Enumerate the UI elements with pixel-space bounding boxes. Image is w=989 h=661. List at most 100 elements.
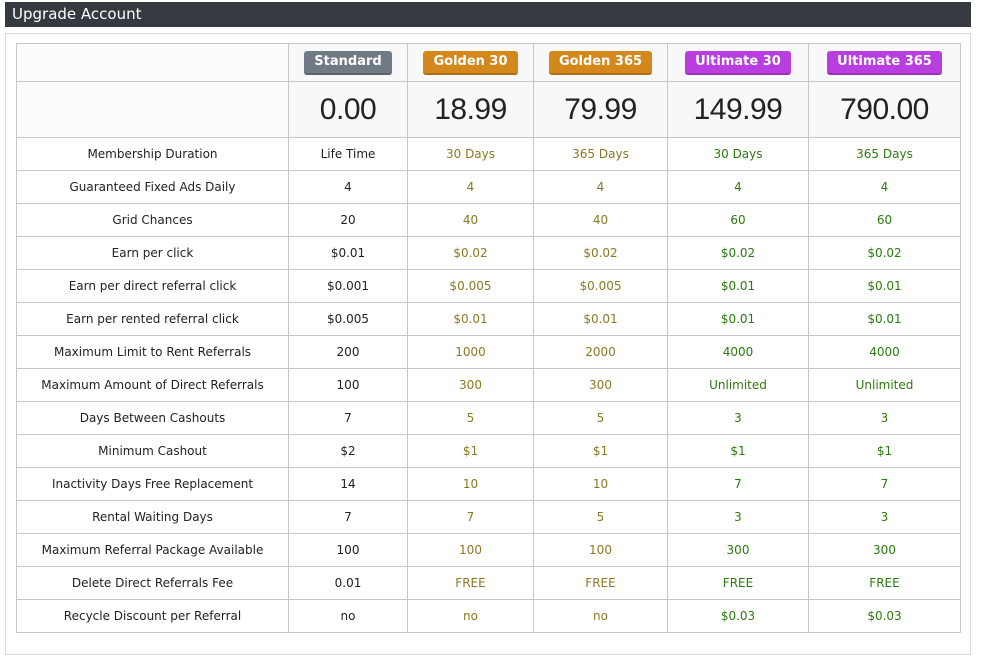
feature-value: 40 xyxy=(533,203,668,237)
feature-value: 7 xyxy=(667,467,809,501)
feature-label: Inactivity Days Free Replacement xyxy=(16,467,289,501)
plan-badge-ultimate-30[interactable]: Ultimate 30 xyxy=(685,50,791,75)
feature-row: Rental Waiting Days 7 7 5 3 3 xyxy=(16,500,961,534)
feature-label: Maximum Limit to Rent Referrals xyxy=(16,335,289,369)
feature-label: Minimum Cashout xyxy=(16,434,289,468)
feature-value: 4000 xyxy=(667,335,809,369)
feature-row: Earn per click $0.01 $0.02 $0.02 $0.02 $0.02 xyxy=(16,236,961,270)
feature-value: 200 xyxy=(288,335,408,369)
feature-value: 2000 xyxy=(533,335,668,369)
feature-value: no xyxy=(533,599,668,633)
plan-badge-golden-30[interactable]: Golden 30 xyxy=(423,50,518,75)
price-golden-365: 79.99 xyxy=(564,92,637,126)
feature-label: Maximum Amount of Direct Referrals xyxy=(16,368,289,402)
feature-value: 30 Days xyxy=(407,137,534,171)
feature-value: 4000 xyxy=(808,335,961,369)
feature-label: Membership Duration xyxy=(16,137,289,171)
feature-value: 40 xyxy=(407,203,534,237)
table-body: Standard Golden 30 Golden 365 Ultimate 3… xyxy=(16,43,961,633)
price-cell-golden-365: 79.99 xyxy=(533,81,668,138)
feature-value: 4 xyxy=(808,170,961,204)
price-cell-golden-30: 18.99 xyxy=(407,81,534,138)
feature-label: Rental Waiting Days xyxy=(16,500,289,534)
feature-label: Earn per direct referral click xyxy=(16,269,289,303)
plan-header-ultimate-365: Ultimate 365 xyxy=(808,43,961,82)
feature-value: 7 xyxy=(288,401,408,435)
feature-value: $0.01 xyxy=(808,302,961,336)
feature-value: $1 xyxy=(407,434,534,468)
feature-value: 0.01 xyxy=(288,566,408,600)
feature-value: 4 xyxy=(407,170,534,204)
feature-value: $0.01 xyxy=(407,302,534,336)
empty-header-cell xyxy=(16,43,289,82)
feature-value: FREE xyxy=(808,566,961,600)
feature-value: 5 xyxy=(533,500,668,534)
feature-value: Unlimited xyxy=(667,368,809,402)
feature-value: 60 xyxy=(667,203,809,237)
feature-value: 100 xyxy=(288,533,408,567)
feature-value: 7 xyxy=(407,500,534,534)
feature-value: 3 xyxy=(808,401,961,435)
feature-row: Earn per rented referral click $0.005 $0.0… xyxy=(16,302,961,336)
feature-value: $0.03 xyxy=(808,599,961,633)
feature-value: 5 xyxy=(407,401,534,435)
feature-value: $1 xyxy=(533,434,668,468)
feature-value: $0.02 xyxy=(407,236,534,270)
feature-value: $1 xyxy=(667,434,809,468)
feature-value: $0.01 xyxy=(533,302,668,336)
feature-label: Grid Chances xyxy=(16,203,289,237)
feature-value: $2 xyxy=(288,434,408,468)
feature-value: 5 xyxy=(533,401,668,435)
price-ultimate-365: 790.00 xyxy=(840,92,929,126)
feature-value: $0.03 xyxy=(667,599,809,633)
feature-value: 365 Days xyxy=(808,137,961,171)
feature-row: Delete Direct Referrals Fee 0.01 FREE FREE F… xyxy=(16,566,961,600)
feature-label: Delete Direct Referrals Fee xyxy=(16,566,289,600)
price-golden-30: 18.99 xyxy=(434,92,507,126)
feature-value: Life Time xyxy=(288,137,408,171)
page-title: Upgrade Account xyxy=(12,5,142,23)
plan-badge-row: Standard Golden 30 Golden 365 Ultimate 3… xyxy=(16,43,961,82)
plan-header-golden-30: Golden 30 xyxy=(407,43,534,82)
feature-row: Maximum Limit to Rent Referrals 200 1000 20… xyxy=(16,335,961,369)
feature-value: 14 xyxy=(288,467,408,501)
feature-value: 30 Days xyxy=(667,137,809,171)
price-cell-ultimate-30: 149.99 xyxy=(667,81,809,138)
feature-value: 100 xyxy=(533,533,668,567)
feature-label: Earn per click xyxy=(16,236,289,270)
plan-header-standard: Standard xyxy=(288,43,408,82)
feature-value: 7 xyxy=(808,467,961,501)
plan-badge-ultimate-365[interactable]: Ultimate 365 xyxy=(827,50,942,75)
feature-value: 300 xyxy=(667,533,809,567)
feature-value: 4 xyxy=(667,170,809,204)
feature-value: 365 Days xyxy=(533,137,668,171)
feature-value: 3 xyxy=(808,500,961,534)
feature-value: 20 xyxy=(288,203,408,237)
plan-price-row: 0.00 18.99 79.99 149.99 790.00 xyxy=(16,81,961,138)
feature-value: $0.005 xyxy=(533,269,668,303)
feature-value: $0.01 xyxy=(667,269,809,303)
plan-badge-standard[interactable]: Standard xyxy=(304,50,392,75)
feature-value: 100 xyxy=(288,368,408,402)
feature-value: $0.01 xyxy=(288,236,408,270)
feature-value: 10 xyxy=(407,467,534,501)
empty-price-cell xyxy=(16,81,289,138)
price-cell-standard: 0.00 xyxy=(288,81,408,138)
plan-badge-golden-365[interactable]: Golden 365 xyxy=(548,50,653,75)
feature-value: 1000 xyxy=(407,335,534,369)
feature-value: FREE xyxy=(533,566,668,600)
feature-value: Unlimited xyxy=(808,368,961,402)
feature-row: Maximum Amount of Direct Referrals 100 300… xyxy=(16,368,961,402)
feature-value: 4 xyxy=(533,170,668,204)
feature-value: FREE xyxy=(407,566,534,600)
feature-row: Days Between Cashouts 7 5 5 3 3 xyxy=(16,401,961,435)
feature-value: no xyxy=(288,599,408,633)
feature-row: Earn per direct referral click $0.001 $0.0… xyxy=(16,269,961,303)
feature-row: Maximum Referral Package Available 100 100… xyxy=(16,533,961,567)
feature-value: $0.01 xyxy=(808,269,961,303)
feature-row: Inactivity Days Free Replacement 14 10 10 7 7 xyxy=(16,467,961,501)
feature-row: Grid Chances 20 40 40 60 60 xyxy=(16,203,961,237)
feature-value: $0.01 xyxy=(667,302,809,336)
feature-value: 60 xyxy=(808,203,961,237)
feature-value: $0.005 xyxy=(288,302,408,336)
